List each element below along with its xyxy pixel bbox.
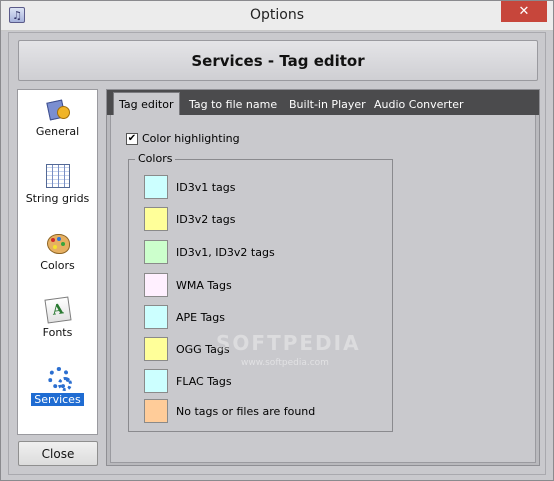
tag-editor-page: ✔ Color highlighting Colors ID3v1 tags I… bbox=[110, 115, 536, 463]
color-swatch[interactable] bbox=[144, 399, 168, 423]
color-entry[interactable]: ID3v1 tags bbox=[144, 175, 236, 199]
sidebar-item-label: Services bbox=[31, 393, 84, 406]
color-highlighting-option[interactable]: ✔ Color highlighting bbox=[126, 132, 240, 145]
color-entry-label: ID3v2 tags bbox=[176, 212, 236, 226]
color-swatch[interactable] bbox=[144, 240, 168, 264]
close-button[interactable]: Close bbox=[18, 441, 98, 466]
color-entry[interactable]: ID3v1, ID3v2 tags bbox=[144, 240, 275, 264]
sidebar: General String grids Colors A Fonts Serv… bbox=[17, 89, 98, 435]
sidebar-item-label: General bbox=[35, 125, 80, 138]
color-entry-label: OGG Tags bbox=[176, 342, 230, 356]
sidebar-item-fonts[interactable]: A Fonts bbox=[22, 295, 93, 347]
color-swatch[interactable] bbox=[144, 273, 168, 297]
color-entry[interactable]: WMA Tags bbox=[144, 273, 232, 297]
tab-built-in-player[interactable]: Built-in Player bbox=[284, 93, 371, 115]
color-entry-label: ID3v1 tags bbox=[176, 180, 236, 194]
color-entry-label: APE Tags bbox=[176, 310, 225, 324]
color-highlighting-checkbox[interactable]: ✔ bbox=[126, 132, 138, 145]
window-title: Options bbox=[249, 7, 305, 23]
window-close-button[interactable]: ✕ bbox=[501, 1, 547, 22]
sidebar-item-label: Fonts bbox=[42, 326, 73, 339]
color-entry-label: ID3v1, ID3v2 tags bbox=[176, 245, 275, 259]
tab-tag-to-file-name[interactable]: Tag to file name bbox=[184, 93, 282, 115]
color-swatch[interactable] bbox=[144, 369, 168, 393]
grid-icon bbox=[45, 164, 70, 188]
color-entry[interactable]: ID3v2 tags bbox=[144, 207, 236, 231]
settings-panel: Tag editor Tag to file name Built-in Pla… bbox=[106, 89, 540, 466]
general-settings-icon bbox=[46, 97, 70, 121]
color-swatch[interactable] bbox=[144, 175, 168, 199]
sidebar-item-services[interactable]: Services bbox=[22, 362, 93, 414]
sidebar-item-label: String grids bbox=[25, 192, 90, 205]
gears-icon bbox=[46, 365, 72, 391]
color-swatch[interactable] bbox=[144, 305, 168, 329]
color-entry-label: WMA Tags bbox=[176, 278, 232, 292]
color-entry-label: No tags or files are found bbox=[176, 404, 316, 418]
palette-icon bbox=[46, 231, 70, 255]
page-title: Services - Tag editor bbox=[18, 40, 538, 81]
color-entry[interactable]: No tags or files are found bbox=[144, 399, 315, 423]
color-entry-label: FLAC Tags bbox=[176, 374, 232, 388]
color-swatch[interactable] bbox=[144, 207, 168, 231]
sidebar-item-colors[interactable]: Colors bbox=[22, 228, 93, 280]
tab-bar: Tag editor Tag to file name Built-in Pla… bbox=[107, 90, 539, 115]
color-entry[interactable]: FLAC Tags bbox=[144, 369, 232, 393]
tab-audio-converter[interactable]: Audio Converter bbox=[369, 93, 469, 115]
color-highlighting-label: Color highlighting bbox=[142, 132, 240, 145]
colors-group-title: Colors bbox=[135, 152, 176, 165]
sidebar-item-string-grids[interactable]: String grids bbox=[22, 161, 93, 213]
dialog-body: Services - Tag editor General String gri… bbox=[8, 32, 546, 475]
colors-group: Colors ID3v1 tags ID3v2 tags ID3v1, ID3v… bbox=[128, 152, 393, 432]
font-icon: A bbox=[43, 296, 72, 324]
options-window: ♫ Options ✕ Services - Tag editor Genera… bbox=[0, 0, 554, 481]
color-entry[interactable]: OGG Tags bbox=[144, 337, 230, 361]
tab-tag-editor[interactable]: Tag editor bbox=[113, 92, 180, 115]
sidebar-item-label: Colors bbox=[40, 259, 75, 272]
sidebar-item-general[interactable]: General bbox=[22, 94, 93, 146]
color-entry[interactable]: APE Tags bbox=[144, 305, 225, 329]
color-swatch[interactable] bbox=[144, 337, 168, 361]
title-bar[interactable]: ♫ Options ✕ bbox=[1, 1, 553, 31]
